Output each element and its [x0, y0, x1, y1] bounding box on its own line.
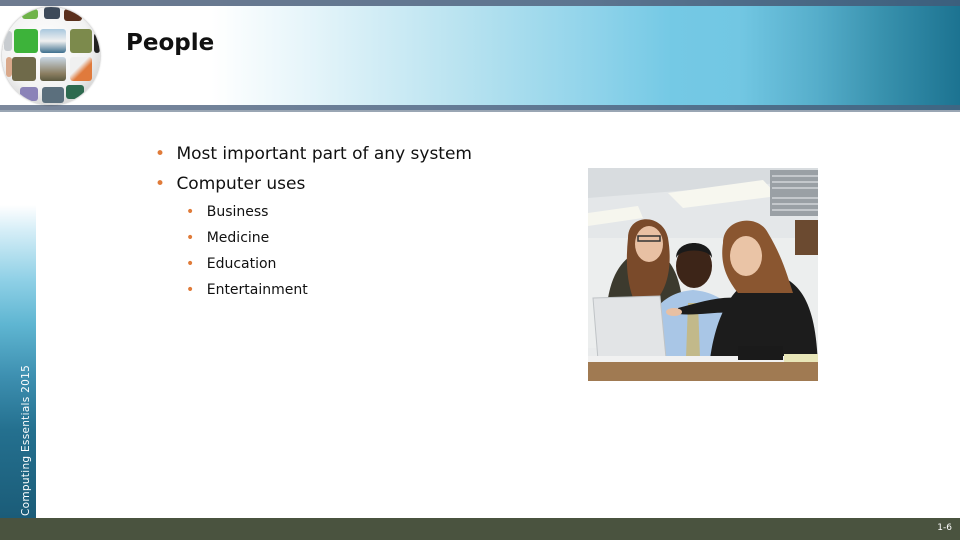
globe-tile — [44, 7, 60, 19]
bullet-icon: • — [186, 204, 195, 220]
bullet-text: Business — [206, 204, 269, 220]
globe-tile — [70, 57, 92, 81]
course-label: Computing Essentials 2015 — [20, 364, 32, 516]
globe-tile — [70, 29, 92, 53]
sub-bullet-item: • Education — [186, 256, 276, 272]
wall-panel — [795, 220, 818, 255]
globe-tile — [4, 31, 12, 51]
globe-tile — [40, 29, 66, 53]
bullet-text: Most important part of any system — [176, 144, 472, 164]
page-number: 1-6 — [937, 523, 952, 533]
sub-bullet-item: • Business — [186, 204, 268, 220]
bullet-icon: • — [186, 230, 195, 246]
people-photo — [588, 168, 818, 381]
desk-item — [784, 354, 818, 362]
bullet-icon: • — [155, 144, 166, 164]
bullet-text: Entertainment — [206, 282, 308, 298]
people-photo-illustration — [588, 168, 818, 381]
globe-tile — [64, 9, 82, 21]
desk-phone — [738, 346, 783, 360]
woman-right-face — [730, 236, 762, 276]
laptop — [592, 295, 667, 361]
globe-tile — [94, 33, 100, 53]
bullet-icon: • — [186, 256, 195, 272]
globe-tile — [20, 87, 38, 101]
globe-tile — [22, 9, 38, 19]
footer-bar — [0, 518, 960, 540]
sub-bullet-item: • Medicine — [186, 230, 269, 246]
bullet-text: Computer uses — [176, 174, 306, 194]
bullet-text: Education — [206, 256, 277, 272]
pointing-hand — [666, 308, 682, 316]
globe-tile — [12, 57, 36, 81]
globe-tile — [66, 85, 84, 99]
bullet-item: • Computer uses — [155, 174, 305, 194]
header-bottom-rule-light — [0, 110, 960, 112]
slide-title: People — [126, 30, 215, 56]
globe-tile — [14, 29, 38, 53]
sub-bullet-item: • Entertainment — [186, 282, 308, 298]
globe-tile — [42, 87, 64, 103]
bullet-icon: • — [186, 282, 195, 298]
desk — [588, 360, 818, 381]
woman-left-face — [635, 226, 663, 262]
globe-tile — [40, 57, 66, 81]
bullet-icon: • — [155, 174, 166, 194]
bullet-text: Medicine — [206, 230, 270, 246]
bullet-item: • Most important part of any system — [155, 144, 472, 164]
photo-globe-icon — [2, 7, 100, 105]
papers — [588, 356, 818, 362]
